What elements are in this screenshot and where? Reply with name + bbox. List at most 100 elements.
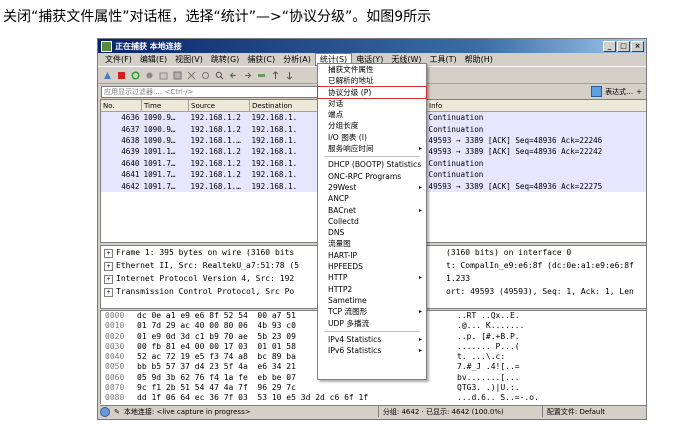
hex-line: 0080 dd 1f 06 64 ec 36 7f 03 53 10 e5 3d … bbox=[101, 393, 646, 403]
find-icon[interactable] bbox=[213, 69, 225, 81]
menu-tools[interactable]: 工具(T) bbox=[425, 54, 460, 65]
reload-icon[interactable] bbox=[199, 69, 211, 81]
expand-icon[interactable]: + bbox=[104, 275, 113, 284]
statistics-menu-item[interactable]: IPv4 Statistics ▸ bbox=[318, 334, 426, 345]
statistics-menu-item[interactable]: I/O 图表 (I) bbox=[318, 132, 426, 143]
hex-offset: 0070 bbox=[105, 383, 125, 393]
statistics-menu-item[interactable]: IPv6 Statistics ▸ bbox=[318, 345, 426, 356]
packet-cell-info: 49593 → 3389 [ACK] Seq=48936 Ack=22246 bbox=[426, 134, 646, 147]
minimize-button[interactable]: _ bbox=[603, 40, 616, 52]
go-to-packet-icon[interactable] bbox=[255, 69, 267, 81]
expression-button[interactable]: 表达式… bbox=[605, 87, 633, 97]
menu-item-label: HPFEEDS bbox=[328, 262, 363, 272]
save-file-icon[interactable] bbox=[171, 69, 183, 81]
expand-icon[interactable]: + bbox=[104, 249, 113, 258]
maximize-button[interactable]: □ bbox=[617, 40, 630, 52]
menu-analyze[interactable]: 分析(A) bbox=[279, 54, 315, 65]
column-info[interactable]: Info bbox=[426, 100, 646, 112]
apply-filter-arrow-icon[interactable] bbox=[591, 86, 603, 97]
expert-info-icon[interactable]: ✎ bbox=[114, 408, 120, 416]
statistics-menu-item[interactable]: 分组长度 bbox=[318, 120, 426, 131]
add-filter-button[interactable]: + bbox=[636, 88, 642, 96]
statistics-menu-item[interactable]: HTTP ▸ bbox=[318, 272, 426, 283]
menu-go[interactable]: 跳转(G) bbox=[207, 54, 243, 65]
column-source[interactable]: Source bbox=[188, 100, 250, 112]
hex-offset: 0000 bbox=[105, 311, 125, 320]
capture-status-icon[interactable] bbox=[100, 406, 110, 417]
close-file-icon[interactable] bbox=[185, 69, 197, 81]
hex-ascii: QTG3. .)|U.:. bbox=[457, 383, 520, 393]
hex-ascii: bv.......[... bbox=[457, 372, 520, 382]
column-no[interactable]: No. bbox=[101, 100, 142, 112]
statistics-menu-item[interactable]: Collectd bbox=[318, 216, 426, 227]
status-packets: 分组: 4642 · 已显示: 4642 (100.0%) bbox=[382, 407, 504, 416]
hex-bytes: dd 1f 06 64 ec 36 7f 03 53 10 e5 3d 2d c… bbox=[137, 393, 369, 403]
statistics-menu-item[interactable]: 端点 bbox=[318, 109, 426, 120]
menu-capture[interactable]: 捕获(C) bbox=[243, 54, 279, 65]
options-icon[interactable] bbox=[143, 69, 155, 81]
first-packet-icon[interactable] bbox=[269, 69, 281, 81]
statistics-menu-item[interactable]: DHCP (BOOTP) Statistics bbox=[318, 159, 426, 170]
packet-cell-no: 4637 bbox=[101, 123, 142, 135]
packet-cell-src: 192.168.1.2 bbox=[188, 123, 250, 135]
statistics-menu-item[interactable]: BACnet ▸ bbox=[318, 205, 426, 216]
hex-ascii: .@... K....... bbox=[457, 321, 525, 331]
statistics-menu-item[interactable]: 捕获文件属性 bbox=[318, 64, 426, 75]
hex-line: 0070 9c f1 2b 51 54 47 4a 7f 96 29 7c QTG3… bbox=[101, 383, 646, 393]
statistics-menu-item[interactable]: 已解析的地址 bbox=[318, 75, 426, 86]
packet-cell-no: 4638 bbox=[101, 134, 142, 147]
menu-edit[interactable]: 编辑(E) bbox=[136, 54, 171, 65]
status-profile[interactable]: 配置文件: Default bbox=[547, 407, 605, 417]
statistics-menu-item[interactable]: 流量图 bbox=[318, 238, 426, 249]
detail-text-continued: ort: 49593 (49593), Seq: 1, Ack: 1, Len bbox=[446, 287, 634, 296]
menu-file[interactable]: 文件(F) bbox=[101, 54, 136, 65]
menu-item-label: 对话 bbox=[328, 98, 344, 108]
start-capture-icon[interactable] bbox=[101, 69, 113, 81]
statistics-menu-item[interactable]: Sametime bbox=[318, 295, 426, 306]
restart-capture-icon[interactable] bbox=[129, 69, 141, 81]
menu-help[interactable]: 帮助(H) bbox=[461, 54, 497, 65]
last-packet-icon[interactable] bbox=[283, 69, 295, 81]
packet-cell-no: 4641 bbox=[101, 168, 142, 181]
statistics-menu-item[interactable]: 29West ▸ bbox=[318, 182, 426, 193]
statistics-menu-item[interactable]: HART-IP bbox=[318, 250, 426, 261]
packet-cell-time: 1090.9… bbox=[141, 134, 189, 147]
menu-item-label: Sametime bbox=[328, 295, 367, 305]
statistics-menu-item[interactable]: TCP 流图形 ▸ bbox=[318, 306, 426, 317]
menu-item-protocol-hierarchy[interactable]: 协议分级 (P) bbox=[317, 85, 427, 99]
packet-cell-no: 4640 bbox=[101, 157, 142, 169]
packet-cell-time: 1091.1… bbox=[141, 146, 189, 158]
statistics-menu-item[interactable]: HTTP2 bbox=[318, 284, 426, 295]
stop-capture-icon[interactable] bbox=[115, 69, 127, 81]
forward-icon[interactable] bbox=[241, 69, 253, 81]
submenu-arrow-icon: ▸ bbox=[418, 308, 422, 316]
packet-cell-time: 1090.9… bbox=[141, 123, 189, 135]
statistics-menu-item[interactable]: ONC-RPC Programs bbox=[318, 171, 426, 182]
packet-cell-src: 192.168.1.2 bbox=[188, 146, 250, 158]
menu-item-label: I/O 图表 (I) bbox=[328, 132, 367, 142]
statistics-menu-item[interactable]: DNS bbox=[318, 227, 426, 238]
close-button[interactable]: × bbox=[631, 40, 644, 52]
statistics-menu-item[interactable]: ANCP bbox=[318, 193, 426, 204]
menu-item-label: UDP 多播流 bbox=[328, 318, 370, 328]
expand-icon[interactable]: + bbox=[104, 288, 113, 297]
packet-cell-info: Continuation bbox=[426, 168, 646, 181]
title-bar: 正在捕获 本地连接 _ □ × bbox=[98, 39, 646, 53]
submenu-arrow-icon: ▸ bbox=[418, 335, 422, 343]
menu-item-label: IPv6 Statistics bbox=[328, 346, 382, 356]
hex-ascii: ....... P...( bbox=[457, 341, 520, 351]
menu-item-label: 29West bbox=[328, 182, 357, 192]
column-time[interactable]: Time bbox=[141, 100, 189, 112]
menu-view[interactable]: 视图(V) bbox=[171, 54, 207, 65]
hex-offset: 0080 bbox=[105, 393, 125, 403]
expand-icon[interactable]: + bbox=[104, 262, 113, 271]
instruction-caption: 关闭“捕获文件属性”对话框，选择“统计”—>“协议分级”。如图9所示 bbox=[3, 9, 432, 25]
statistics-menu-item[interactable]: UDP 多播流 bbox=[318, 318, 426, 329]
statistics-menu-item[interactable]: 服务响应时间 ▸ bbox=[318, 143, 426, 154]
menu-item-label: DHCP (BOOTP) Statistics bbox=[328, 160, 422, 170]
status-interface: 本地连接: <live capture in progress> bbox=[123, 407, 251, 416]
statistics-menu-item[interactable]: 对话 bbox=[318, 98, 426, 109]
back-icon[interactable] bbox=[227, 69, 239, 81]
open-file-icon[interactable] bbox=[157, 69, 169, 81]
statistics-menu-item[interactable]: HPFEEDS bbox=[318, 261, 426, 272]
